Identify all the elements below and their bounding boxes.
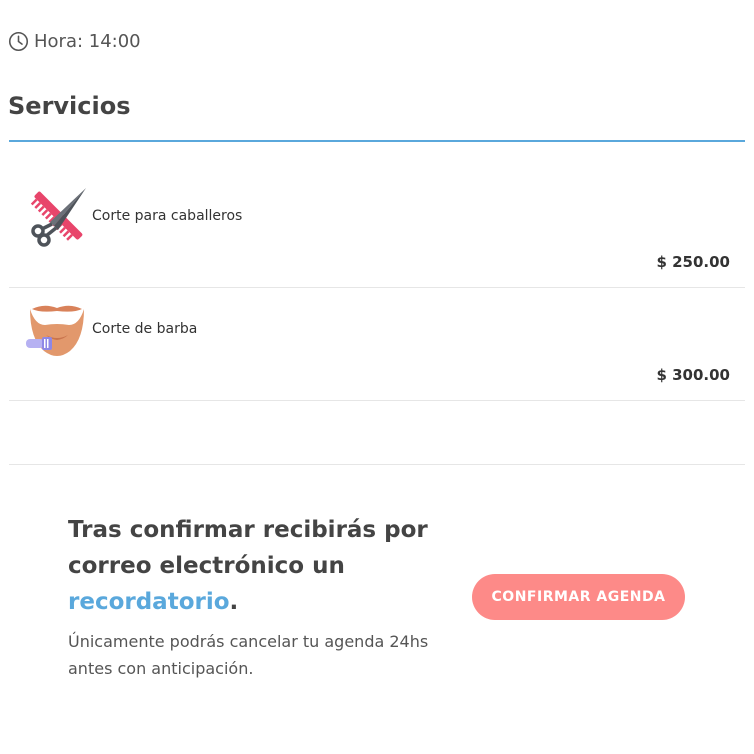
time-row: Hora: 14:00 xyxy=(8,31,141,52)
service-name: Corte de barba xyxy=(92,321,198,337)
service-item: Corte para caballeros $ 250.00 xyxy=(9,174,745,288)
confirmation-text: Tras confirmar recibirás por correo elec… xyxy=(68,517,428,579)
time-label: Hora: 14:00 xyxy=(34,31,141,52)
confirm-booking-button[interactable]: CONFIRMAR AGENDA xyxy=(472,574,685,620)
service-item: Corte de barba $ 300.00 xyxy=(9,287,745,401)
comb-scissors-icon xyxy=(30,188,86,247)
service-price: $ 250.00 xyxy=(656,253,730,271)
section-divider xyxy=(9,464,745,465)
title-divider xyxy=(9,140,745,142)
clock-icon xyxy=(8,31,29,52)
cancellation-note: Únicamente podrás cancelar tu agenda 24h… xyxy=(68,632,429,678)
confirmation-period: . xyxy=(229,589,239,615)
confirmation-message: Tras confirmar recibirás por correo elec… xyxy=(68,512,428,620)
reminder-highlight: recordatorio xyxy=(68,589,230,615)
section-title: Servicios xyxy=(8,92,131,120)
service-name: Corte para caballeros xyxy=(92,208,243,224)
beard-trimmer-icon xyxy=(26,305,84,356)
service-price: $ 300.00 xyxy=(656,366,730,384)
